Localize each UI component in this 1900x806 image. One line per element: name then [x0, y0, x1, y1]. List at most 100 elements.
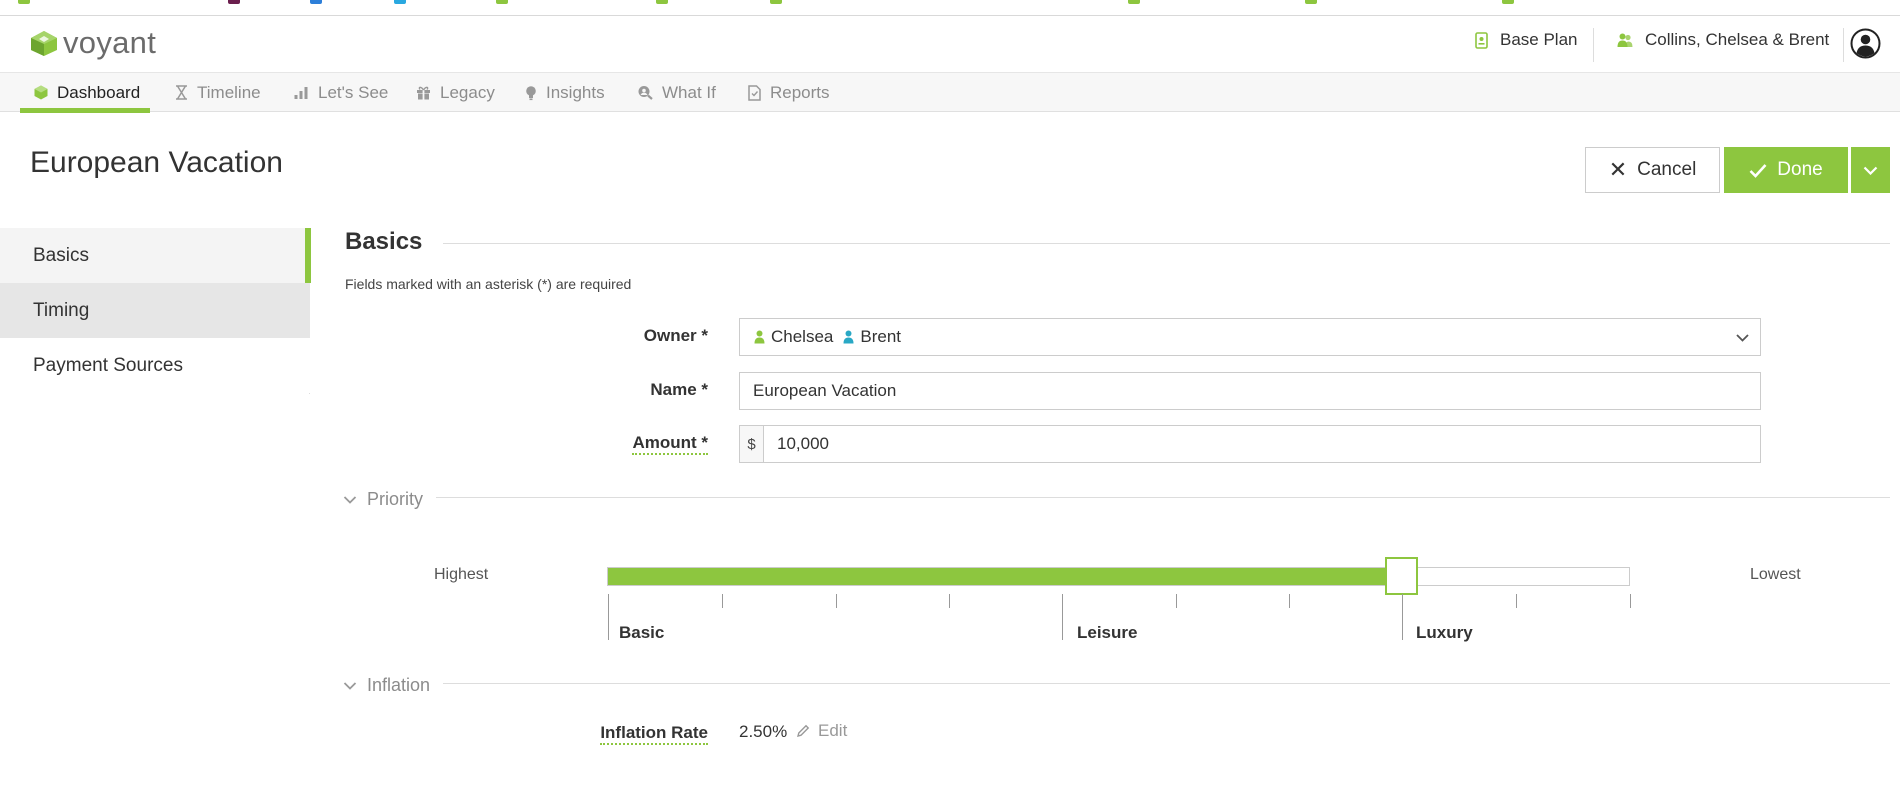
owner-name: Chelsea	[771, 327, 834, 346]
name-value: European Vacation	[753, 381, 897, 400]
inflation-rate-label[interactable]: Inflation Rate	[458, 723, 708, 745]
bookmark-icon[interactable]	[1128, 0, 1140, 4]
amount-input[interactable]: $ 10,000	[739, 425, 1761, 463]
done-button[interactable]: Done	[1724, 147, 1848, 193]
clients-icon	[1617, 33, 1633, 47]
nav-label: Reports	[770, 82, 830, 102]
plan-selector-button[interactable]: Base Plan	[1475, 30, 1578, 50]
nav-insights[interactable]: Insights	[525, 73, 605, 112]
nav-label: Insights	[546, 82, 605, 102]
cancel-button[interactable]: ✕ Cancel	[1585, 147, 1720, 193]
side-menu-timing[interactable]: Timing	[0, 283, 310, 338]
client-selector-button[interactable]: Collins, Chelsea & Brent	[1617, 30, 1829, 50]
owner-name: Brent	[860, 327, 902, 346]
chevron-down-icon	[1863, 166, 1878, 175]
side-menu-basics[interactable]: Basics	[0, 228, 311, 283]
name-input[interactable]: European Vacation	[739, 372, 1761, 410]
side-menu-label: Basics	[33, 244, 89, 266]
hourglass-icon	[176, 85, 187, 100]
slider-tick	[1289, 594, 1290, 608]
nav-what-if[interactable]: What If	[637, 73, 716, 112]
required-fields-note: Fields marked with an asterisk (*) are r…	[345, 276, 632, 292]
nav-label: Timeline	[197, 82, 261, 102]
section-divider	[443, 243, 1890, 244]
user-profile-icon[interactable]	[1850, 28, 1881, 59]
side-menu-label: Timing	[33, 299, 90, 321]
priority-tick-leisure: Leisure	[1077, 623, 1138, 642]
gift-icon	[417, 86, 430, 100]
client-label: Collins, Chelsea & Brent	[1645, 30, 1830, 49]
priority-divider	[436, 497, 1890, 498]
inflation-rate-label-text: Inflation Rate	[600, 723, 708, 745]
done-dropdown-toggle[interactable]	[1850, 147, 1890, 193]
chevron-down-icon	[343, 681, 357, 690]
bookmark-icon[interactable]	[310, 0, 322, 4]
voyant-logo[interactable]: voyant	[29, 27, 156, 58]
slider-major-tick	[1062, 594, 1063, 640]
inflation-divider	[443, 683, 1890, 684]
header-divider	[1843, 28, 1844, 62]
checkmark-icon	[1749, 163, 1767, 178]
inflation-edit-link[interactable]: Edit	[796, 721, 847, 741]
owner-chip-chelsea: Chelsea	[754, 327, 833, 347]
slider-major-tick	[608, 594, 609, 640]
page-title: European Vacation	[30, 146, 283, 179]
nav-timeline[interactable]: Timeline	[175, 73, 261, 112]
search-people-icon	[638, 86, 653, 100]
priority-slider-fill	[608, 568, 1401, 585]
currency-symbol: $	[740, 426, 764, 462]
slider-tick	[949, 594, 950, 608]
priority-tick-luxury: Luxury	[1416, 623, 1473, 642]
nav-legacy[interactable]: Legacy	[416, 73, 495, 112]
nav-label: What If	[662, 82, 716, 102]
header-divider	[1593, 28, 1594, 62]
person-icon	[754, 330, 765, 344]
amount-value: 10,000	[777, 434, 829, 453]
plan-book-icon	[1475, 31, 1488, 49]
section-side-menu: Basics Timing Payment Sources	[0, 228, 311, 394]
lightbulb-icon	[526, 85, 536, 100]
bookmark-icon[interactable]	[18, 0, 30, 4]
pencil-icon	[797, 724, 810, 737]
inflation-rate-value: 2.50%	[739, 722, 788, 741]
priority-highest-label: Highest	[434, 566, 489, 583]
bookmark-icon[interactable]	[1502, 0, 1514, 4]
voyant-logo-icon	[31, 30, 57, 56]
bookmark-icon[interactable]	[656, 0, 668, 4]
nav-reports[interactable]: Reports	[748, 73, 830, 112]
priority-slider-handle[interactable]	[1385, 557, 1418, 595]
slider-tick	[1630, 594, 1631, 608]
owner-label: Owner *	[643, 326, 708, 345]
nav-label: Dashboard	[57, 82, 141, 102]
bookmark-icon[interactable]	[1305, 0, 1317, 4]
slider-tick	[722, 594, 723, 608]
bookmark-icon[interactable]	[228, 0, 240, 4]
owner-select[interactable]: Chelsea Brent	[739, 318, 1761, 356]
slider-tick	[836, 594, 837, 608]
slider-major-tick	[1402, 594, 1403, 640]
close-icon: ✕	[1608, 157, 1628, 182]
bookmark-icon[interactable]	[770, 0, 782, 4]
side-menu-label: Payment Sources	[33, 354, 183, 376]
main-nav: Dashboard Timeline Let's See Legacy Insi…	[0, 72, 1900, 113]
nav-lets-see[interactable]: Let's See	[294, 73, 388, 112]
inflation-toggle[interactable]: Inflation	[343, 675, 430, 696]
app-name: voyant	[63, 25, 157, 60]
nav-label: Legacy	[440, 82, 495, 102]
bookmark-icon[interactable]	[496, 0, 508, 4]
priority-slider-track[interactable]	[607, 567, 1630, 586]
inflation-header: Inflation	[367, 675, 431, 695]
done-label: Done	[1777, 159, 1823, 180]
priority-lowest-label: Lowest	[1750, 566, 1801, 583]
owner-chip-brent: Brent	[843, 327, 901, 347]
side-menu-payment-sources[interactable]: Payment Sources	[0, 338, 310, 393]
chevron-down-icon	[343, 495, 357, 504]
nav-dashboard[interactable]: Dashboard	[19, 73, 151, 113]
priority-toggle[interactable]: Priority	[343, 489, 423, 510]
document-icon	[748, 84, 761, 101]
bar-chart-icon	[294, 87, 308, 99]
nav-label: Let's See	[318, 82, 389, 102]
bookmark-icon[interactable]	[394, 0, 406, 4]
chevron-down-icon	[1736, 334, 1749, 342]
amount-label[interactable]: Amount *	[458, 433, 708, 455]
